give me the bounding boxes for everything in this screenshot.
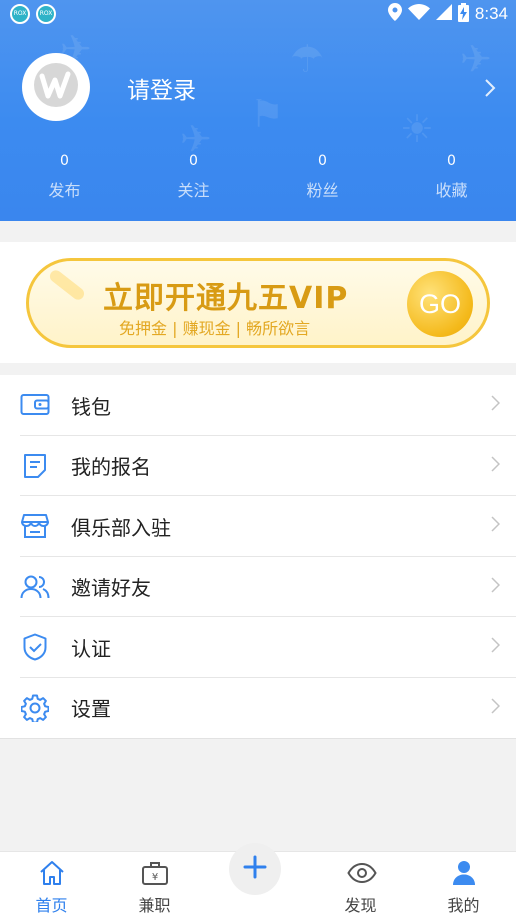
tab-mine[interactable]: 我的 bbox=[412, 852, 515, 917]
tab-label: 我的 bbox=[447, 896, 480, 915]
menu-item-label: 设置 bbox=[71, 697, 111, 722]
vip-banner-section: 立即开通九五VIP 免押金 | 赚现金 | 畅所欲言 GO bbox=[0, 242, 516, 363]
stat-label: 关注 bbox=[177, 181, 210, 200]
stat-value: 0 bbox=[60, 153, 69, 169]
decor-icon: ☂ bbox=[290, 37, 325, 81]
document-icon bbox=[20, 451, 50, 481]
tab-label: 首页 bbox=[35, 896, 68, 915]
decor-icon: ✈ bbox=[460, 37, 492, 81]
decor-icon: ☀ bbox=[400, 107, 435, 151]
tab-label: 发现 bbox=[344, 896, 377, 915]
app-notification-icon: ROX bbox=[10, 4, 30, 24]
tab-part-time[interactable]: ¥ 兼职 bbox=[103, 852, 206, 917]
decor-icon: ⚑ bbox=[250, 92, 285, 136]
users-icon bbox=[20, 572, 50, 602]
plus-icon bbox=[243, 855, 267, 883]
stat-value: 0 bbox=[189, 153, 198, 169]
stat-value: 0 bbox=[318, 153, 327, 169]
stat-fans[interactable]: 0 粉丝 bbox=[258, 153, 387, 201]
app-logo-icon bbox=[33, 62, 79, 112]
eye-icon bbox=[346, 859, 377, 887]
app-notification-icon: ROX bbox=[36, 4, 56, 24]
menu-item-label: 钱包 bbox=[71, 394, 111, 419]
menu-item-invite-friends[interactable]: 邀请好友 bbox=[0, 557, 516, 617]
vip-subtitle: 免押金 | 赚现金 | 畅所欲言 bbox=[119, 319, 311, 338]
profile-stats: 0 发布 0 关注 0 粉丝 0 收藏 bbox=[0, 153, 516, 201]
stat-label: 粉丝 bbox=[306, 181, 339, 200]
menu-item-label: 邀请好友 bbox=[71, 576, 151, 601]
wallet-icon bbox=[20, 390, 50, 420]
menu-item-club-join[interactable]: 俱乐部入驻 bbox=[0, 496, 516, 557]
vip-go-button[interactable]: GO bbox=[407, 271, 473, 337]
menu-item-registrations[interactable]: 我的报名 bbox=[0, 436, 516, 496]
status-bar: ROX ROX 8:34 bbox=[0, 0, 516, 28]
chevron-right-icon bbox=[491, 395, 501, 415]
shield-check-icon bbox=[20, 632, 50, 662]
vip-banner[interactable]: 立即开通九五VIP 免押金 | 赚现金 | 畅所欲言 GO bbox=[26, 258, 490, 348]
menu-item-settings[interactable]: 设置 bbox=[0, 678, 516, 739]
chevron-right-icon bbox=[491, 516, 501, 536]
menu-item-label: 我的报名 bbox=[71, 455, 151, 480]
home-icon bbox=[38, 859, 66, 887]
menu-item-wallet[interactable]: 钱包 bbox=[0, 375, 516, 436]
stat-posts[interactable]: 0 发布 bbox=[0, 153, 129, 201]
battery-charging-icon bbox=[457, 2, 469, 26]
clock-time: 8:34 bbox=[474, 4, 508, 23]
location-icon bbox=[387, 3, 402, 25]
menu-item-verification[interactable]: 认证 bbox=[0, 617, 516, 678]
signal-icon bbox=[435, 4, 452, 24]
avatar[interactable] bbox=[22, 53, 90, 121]
login-prompt[interactable]: 请登录 bbox=[127, 71, 196, 105]
chevron-right-icon bbox=[491, 698, 501, 718]
svg-text:¥: ¥ bbox=[151, 872, 157, 883]
stat-label: 发布 bbox=[48, 181, 81, 200]
stat-label: 收藏 bbox=[435, 181, 468, 200]
menu-item-label: 俱乐部入驻 bbox=[71, 515, 171, 540]
person-icon bbox=[450, 859, 478, 887]
profile-header: ✈ ☂ ✈ ☀ ⚑ ✈ ROX ROX 8:34 请登录 0 发布 0 关注 0… bbox=[0, 0, 516, 221]
divider bbox=[0, 738, 516, 739]
stat-favorites[interactable]: 0 收藏 bbox=[387, 153, 516, 201]
tab-discover[interactable]: 发现 bbox=[309, 852, 412, 917]
tab-label: 兼职 bbox=[138, 896, 171, 915]
chevron-right-icon[interactable] bbox=[484, 78, 496, 102]
chevron-right-icon bbox=[491, 637, 501, 657]
vip-title: 立即开通九五VIP bbox=[103, 281, 349, 316]
chevron-right-icon bbox=[491, 456, 501, 476]
briefcase-yen-icon: ¥ bbox=[141, 859, 169, 887]
menu-list: 钱包 我的报名 俱乐部入驻 邀请好友 认证 设置 bbox=[0, 375, 516, 739]
tab-home[interactable]: 首页 bbox=[0, 852, 103, 917]
publish-plus-button[interactable] bbox=[229, 843, 281, 895]
gear-icon bbox=[20, 693, 50, 723]
stat-value: 0 bbox=[447, 153, 456, 169]
wifi-icon bbox=[407, 4, 430, 24]
store-icon bbox=[20, 511, 50, 541]
chevron-right-icon bbox=[491, 577, 501, 597]
decor-streak bbox=[47, 267, 87, 303]
stat-following[interactable]: 0 关注 bbox=[129, 153, 258, 201]
menu-item-label: 认证 bbox=[71, 636, 111, 661]
